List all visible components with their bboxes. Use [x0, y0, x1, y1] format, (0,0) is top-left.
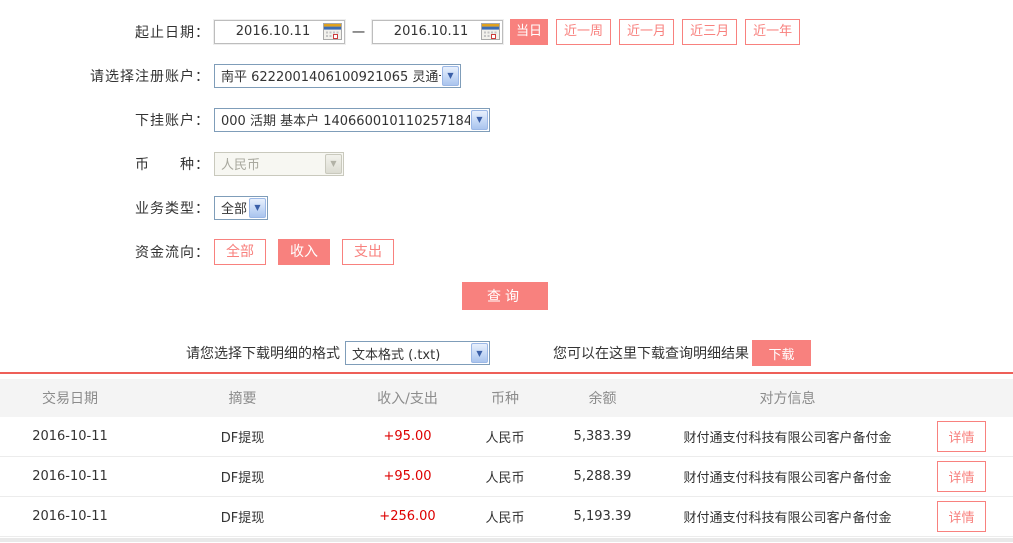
- registered-account-select[interactable]: 南平 6222001406100921065 灵通卡 ▼: [214, 63, 461, 88]
- quick-range-button-year[interactable]: 近一年: [745, 18, 801, 45]
- calendar-icon[interactable]: [481, 23, 501, 40]
- date-range-label: 起止日期：: [135, 24, 210, 41]
- query-form: 起止日期： 2016.10.11 一 2016.10.11 当日 近一周 近一月…: [0, 0, 1013, 366]
- table-row: 2016-10-11 DF提现 +95.00 人民币 5,383.39 财付通支…: [0, 417, 1013, 457]
- cell-currency: 人民币: [485, 471, 525, 486]
- end-date-value[interactable]: 2016.10.11: [381, 24, 481, 39]
- currency-label: 币 种：: [135, 156, 210, 173]
- cell-amount: +256.00: [379, 509, 436, 524]
- date-range-separator: 一: [352, 26, 366, 41]
- currency-row: 币 种： 人民币 ▼: [0, 150, 1013, 177]
- results-table: 交易日期 摘要 收入/支出 币种 余额 对方信息 2016-10-11 DF提现…: [0, 379, 1013, 542]
- download-hint: 您可以在这里下载查询明细结果: [553, 346, 749, 362]
- end-date-input[interactable]: 2016.10.11: [371, 18, 505, 45]
- currency-select: 人民币 ▼: [214, 151, 344, 176]
- detail-button[interactable]: 详情: [937, 501, 986, 532]
- registered-account-label: 请选择注册账户：: [90, 68, 210, 85]
- table-top-divider: [0, 372, 1013, 374]
- table-row: 2016-10-11 DF提现 +256.00 人民币 5,193.39 财付通…: [0, 497, 1013, 537]
- header-balance: 余额: [588, 391, 617, 407]
- calendar-icon[interactable]: [323, 23, 342, 40]
- cell-date: 2016-10-11: [32, 509, 108, 524]
- chevron-down-icon[interactable]: ▼: [249, 197, 266, 218]
- quick-range-button-month[interactable]: 近一月: [619, 18, 675, 45]
- cell-date: 2016-10-11: [32, 429, 108, 444]
- cell-counterparty: 财付通支付科技有限公司客户备付金: [683, 511, 892, 526]
- fund-direction-income[interactable]: 收入: [278, 238, 330, 265]
- business-type-row: 业务类型： 全部 ▼: [0, 194, 1013, 221]
- linked-account-row: 下挂账户： 000 活期 基本户 1406600101102571848 ▼: [0, 106, 1013, 133]
- cell-amount: +95.00: [383, 469, 432, 484]
- chevron-down-icon[interactable]: ▼: [471, 109, 488, 130]
- download-format-value: 文本格式 (.txt): [352, 347, 441, 363]
- business-type-value: 全部: [221, 202, 248, 217]
- cell-date: 2016-10-11: [32, 469, 108, 484]
- registered-account-row: 请选择注册账户： 南平 6222001406100921065 灵通卡 ▼: [0, 62, 1013, 89]
- query-button[interactable]: 查询: [462, 282, 548, 310]
- cell-summary: DF提现: [220, 511, 265, 526]
- date-range-row: 起止日期： 2016.10.11 一 2016.10.11 当日 近一周 近一月…: [0, 18, 1013, 45]
- quick-range-button-week[interactable]: 近一周: [556, 18, 612, 45]
- cell-balance: 5,193.39: [573, 509, 632, 524]
- download-button[interactable]: 下载: [752, 340, 811, 366]
- detail-button[interactable]: 详情: [937, 461, 986, 492]
- linked-account-select[interactable]: 000 活期 基本户 1406600101102571848 ▼: [214, 107, 490, 132]
- business-type-label: 业务类型：: [135, 200, 210, 217]
- chevron-down-icon[interactable]: ▼: [471, 343, 488, 363]
- cell-summary: DF提现: [220, 471, 265, 486]
- header-currency: 币种: [491, 391, 519, 407]
- cell-currency: 人民币: [485, 431, 525, 446]
- linked-account-value: 000 活期 基本户 1406600101102571848: [221, 114, 470, 129]
- cell-balance: 5,383.39: [573, 429, 632, 444]
- table-row: 2016-10-11 DF提现 +95.00 人民币 5,288.39 财付通支…: [0, 457, 1013, 497]
- fund-direction-expense[interactable]: 支出: [342, 238, 394, 265]
- cell-currency: 人民币: [485, 511, 525, 526]
- cell-amount: +95.00: [383, 429, 432, 444]
- header-counterparty: 对方信息: [759, 391, 816, 407]
- cell-counterparty: 财付通支付科技有限公司客户备付金: [683, 471, 892, 486]
- quick-range-button-3months[interactable]: 近三月: [682, 18, 738, 45]
- quick-range-button-today[interactable]: 当日: [510, 18, 549, 45]
- start-date-value[interactable]: 2016.10.11: [223, 24, 323, 39]
- table-header-row: 交易日期 摘要 收入/支出 币种 余额 对方信息: [0, 379, 1013, 417]
- currency-value: 人民币: [221, 158, 261, 173]
- cell-summary: DF提现: [220, 431, 265, 446]
- chevron-down-icon: ▼: [325, 153, 342, 174]
- header-amount: 收入/支出: [377, 391, 438, 407]
- header-summary: 摘要: [228, 391, 257, 407]
- registered-account-value: 南平 6222001406100921065 灵通卡: [221, 70, 441, 85]
- fund-direction-all[interactable]: 全部: [214, 238, 266, 265]
- chevron-down-icon[interactable]: ▼: [442, 65, 459, 86]
- fund-direction-row: 资金流向： 全部 收入 支出: [0, 238, 1013, 265]
- start-date-input[interactable]: 2016.10.11: [213, 18, 346, 45]
- download-format-select[interactable]: 文本格式 (.txt) ▼: [345, 341, 490, 365]
- fund-direction-label: 资金流向：: [135, 244, 210, 261]
- cell-counterparty: 财付通支付科技有限公司客户备付金: [683, 431, 892, 446]
- detail-button[interactable]: 详情: [937, 421, 986, 452]
- header-date: 交易日期: [42, 391, 98, 407]
- download-row: 请您选择下载明细的格式 文本格式 (.txt) ▼ 您可以在这里下载查询明细结果…: [0, 340, 1013, 366]
- table-bottom-divider: [0, 538, 1013, 542]
- business-type-select[interactable]: 全部 ▼: [214, 195, 268, 220]
- linked-account-label: 下挂账户：: [135, 112, 210, 129]
- download-format-label: 请您选择下载明细的格式: [186, 346, 340, 362]
- cell-balance: 5,288.39: [573, 469, 632, 484]
